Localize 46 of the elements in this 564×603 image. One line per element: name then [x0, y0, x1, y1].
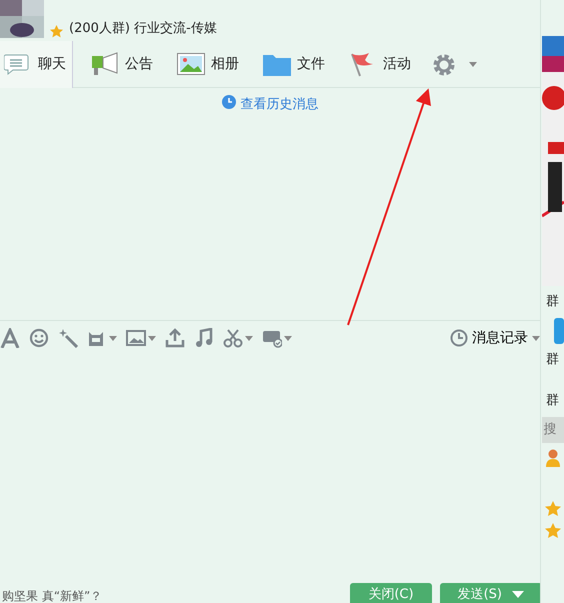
screen-check-icon	[262, 328, 282, 348]
image-icon	[126, 328, 146, 348]
music-note-icon	[194, 328, 214, 348]
scissors-icon	[223, 328, 243, 348]
upload-icon	[165, 328, 185, 348]
caret-icon	[284, 336, 292, 340]
image-icon	[177, 52, 205, 78]
tab[interactable]: 相册	[173, 42, 245, 88]
megaphone-icon	[91, 52, 119, 78]
settings-button[interactable]	[431, 52, 477, 78]
smiley-icon	[29, 328, 49, 348]
tab[interactable]: 活动	[345, 42, 417, 88]
user-icon	[544, 448, 560, 466]
group-label: 群	[546, 350, 559, 368]
caret-icon	[469, 62, 477, 67]
caret-icon	[109, 336, 117, 340]
group-label: 群	[546, 293, 559, 311]
font-button[interactable]	[0, 328, 20, 348]
smiley-button[interactable]	[29, 328, 49, 348]
group-label: 群	[546, 392, 559, 410]
caret-icon	[245, 336, 253, 340]
image-button[interactable]	[126, 328, 156, 348]
app-icon	[554, 318, 564, 344]
settings-icon	[431, 52, 457, 78]
tab[interactable]: 公告	[87, 42, 159, 88]
clock-icon	[450, 329, 468, 347]
magic-wand-icon	[58, 328, 78, 348]
history-link[interactable]: 查看历史消息	[216, 94, 324, 320]
tab[interactable]: 聊天	[0, 41, 73, 88]
clock-icon	[222, 95, 236, 109]
scissors-button[interactable]	[223, 328, 253, 348]
upload-button[interactable]	[165, 328, 185, 348]
star-icon	[544, 522, 560, 538]
news-ticker[interactable]: 购坚果 真“新鲜”？	[0, 589, 342, 603]
star-icon	[544, 500, 560, 516]
tab[interactable]: 文件	[259, 42, 331, 88]
magic-wand-button[interactable]	[58, 328, 78, 348]
music-note-button[interactable]	[194, 328, 214, 348]
caret-icon	[532, 336, 540, 340]
window-title: (200人群) 行业交流-传媒	[69, 20, 217, 38]
search-field[interactable]: 搜	[542, 416, 564, 442]
history-button[interactable]: 消息记录	[450, 328, 540, 348]
caret-icon	[512, 591, 524, 598]
screen-check-button[interactable]	[262, 328, 292, 348]
font-icon	[0, 328, 20, 348]
caret-icon	[148, 336, 156, 340]
